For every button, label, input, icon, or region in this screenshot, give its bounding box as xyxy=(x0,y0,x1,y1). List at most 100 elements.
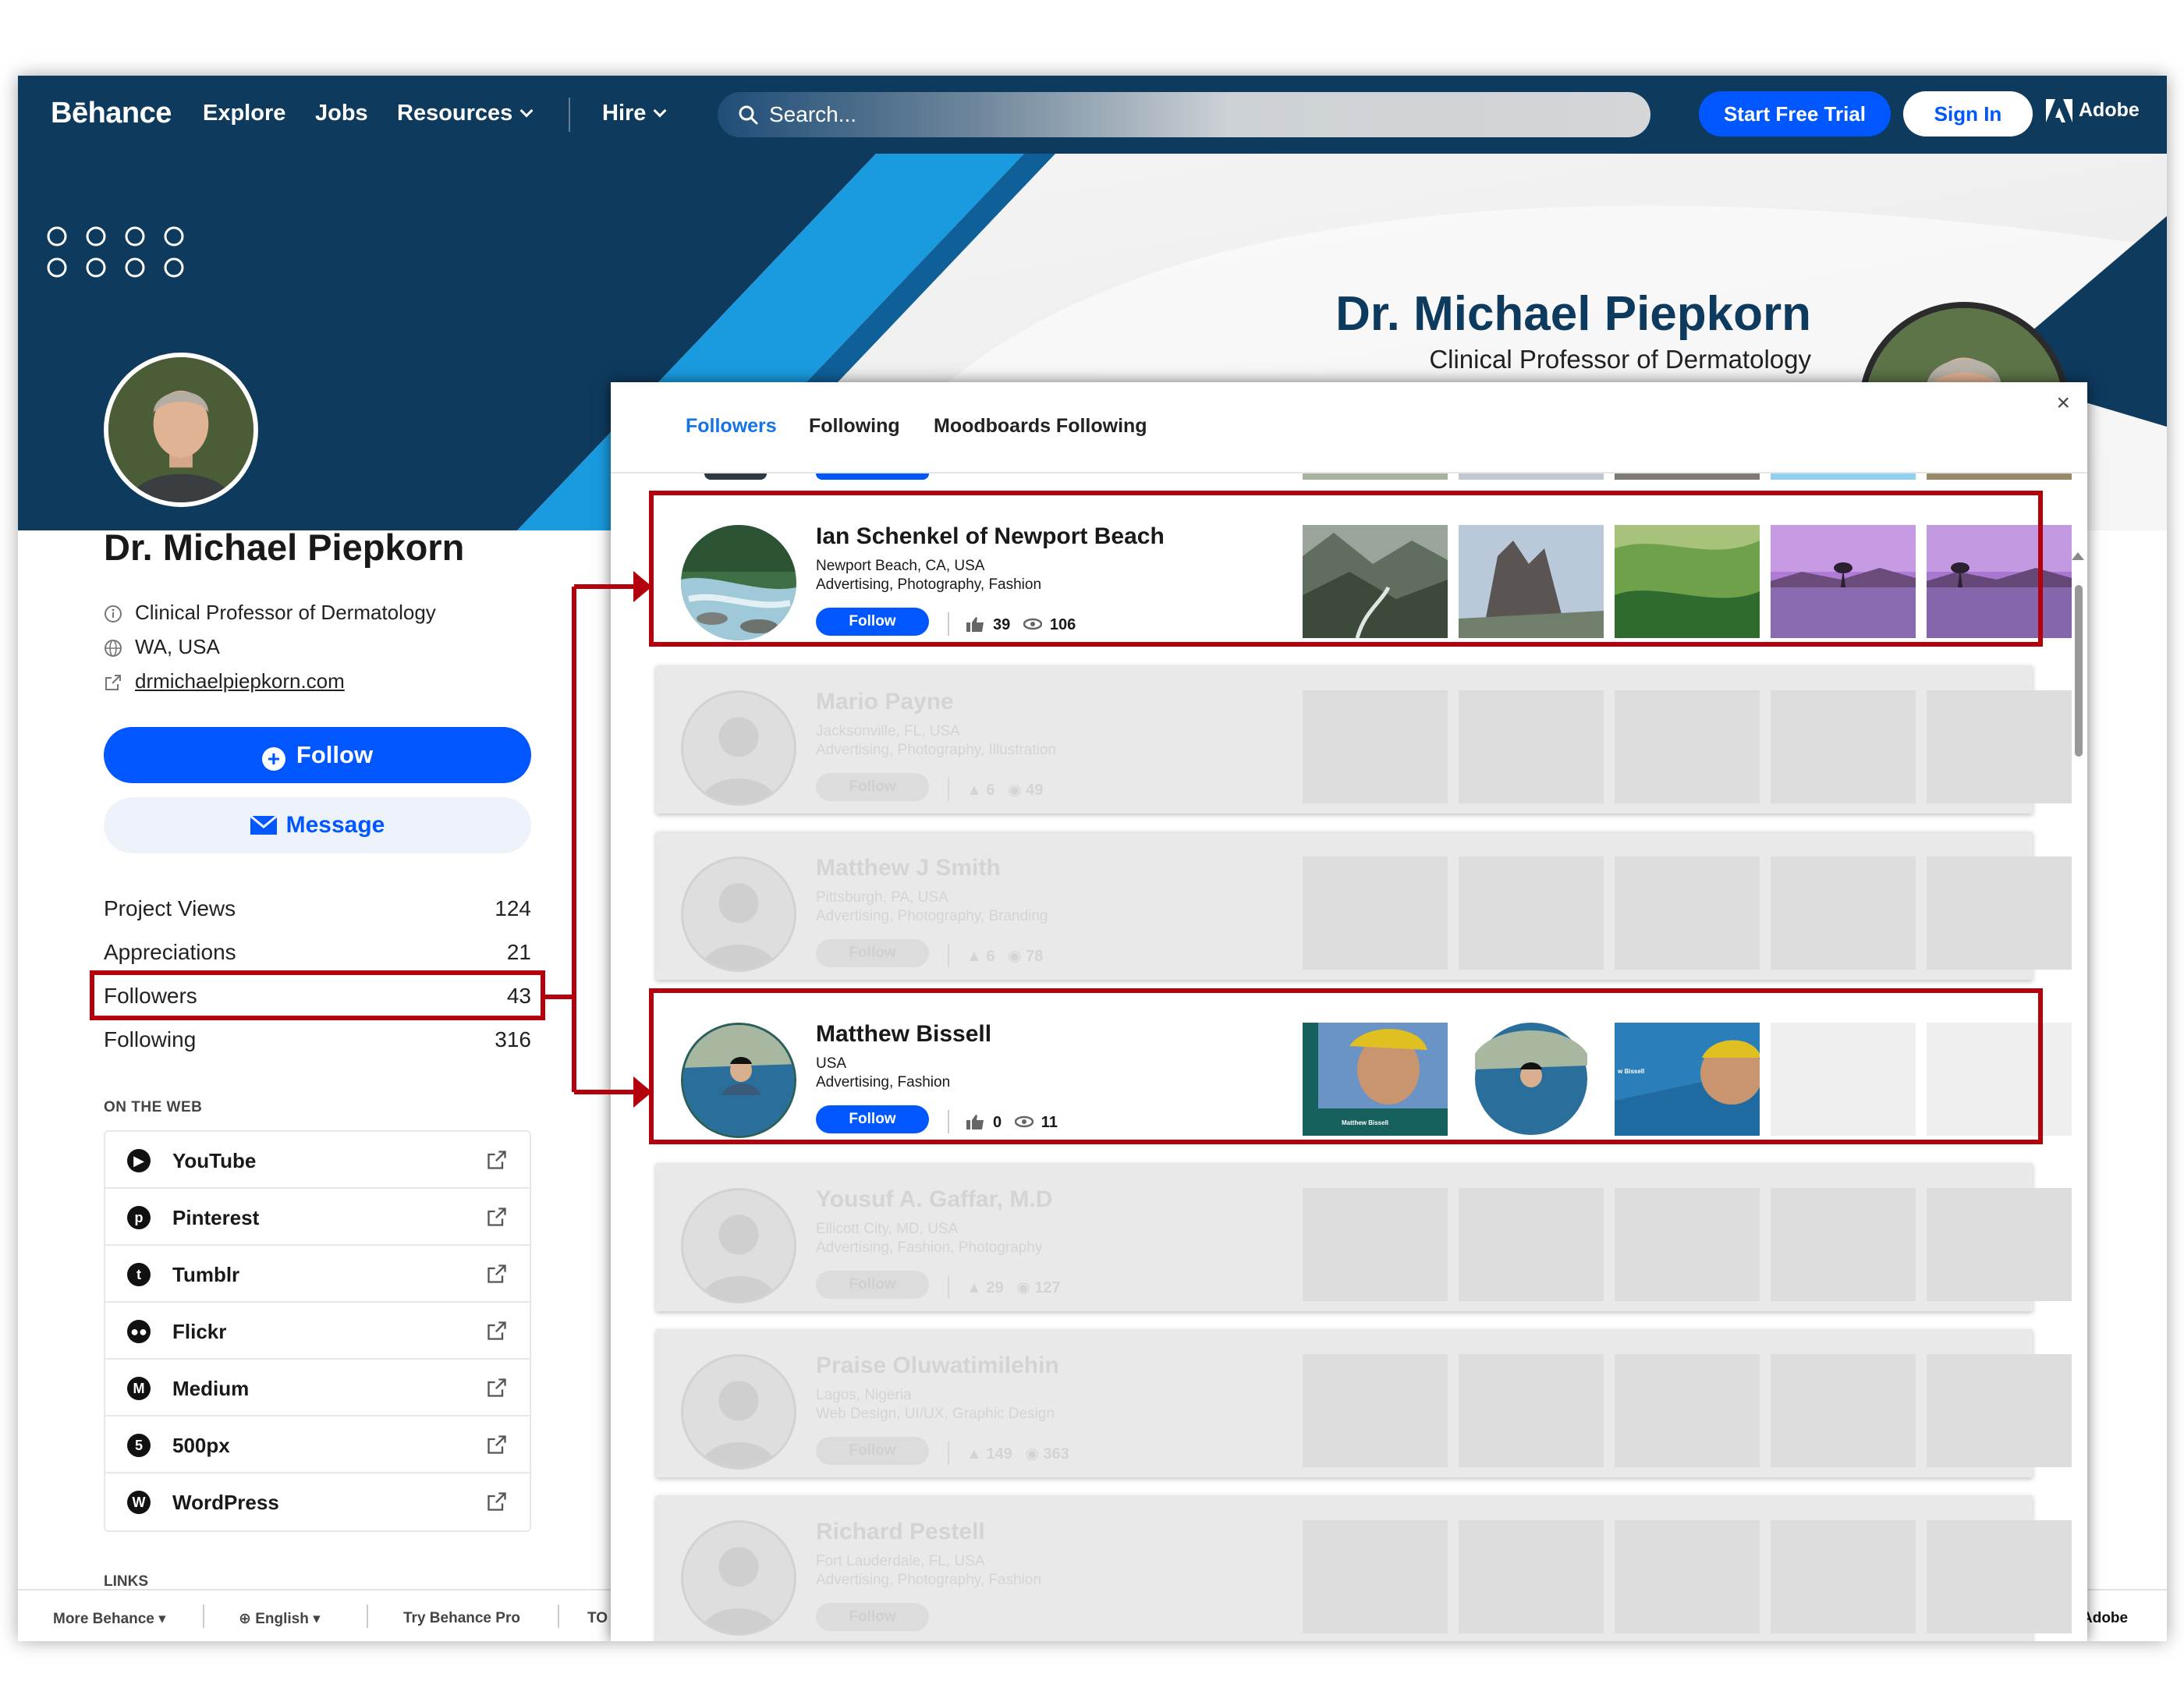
follower-name[interactable]: Richard Pestell xyxy=(816,1519,985,1545)
external-link-icon xyxy=(488,1435,506,1454)
stat-value: 316 xyxy=(495,1027,531,1051)
tab-followers[interactable]: Followers xyxy=(686,415,777,438)
nav-divider xyxy=(569,98,570,132)
terms-link[interactable]: TO xyxy=(587,1610,608,1627)
try-behance-pro-link[interactable]: Try Behance Pro xyxy=(403,1610,520,1627)
project-thumbnail[interactable] xyxy=(1927,856,2072,970)
follower-follow-button[interactable]: Follow xyxy=(816,1271,929,1299)
follower-stats: ▲ 29 ◉ 127 xyxy=(948,1275,1061,1299)
project-thumbnail[interactable] xyxy=(1459,1188,1604,1301)
project-thumbnail[interactable] xyxy=(1303,690,1448,803)
adobe-link[interactable]: Adobe xyxy=(2046,99,2140,123)
caret-down-icon: ▾ xyxy=(158,1611,166,1627)
project-thumbnail[interactable] xyxy=(1459,1520,1604,1633)
external-link-icon xyxy=(488,1492,506,1511)
follower-location: Jacksonville, FL, USA xyxy=(816,723,960,739)
language-selector[interactable]: ⊕ English ▾ xyxy=(239,1610,321,1628)
project-thumbnail[interactable] xyxy=(1771,1188,1916,1301)
project-thumbnail[interactable] xyxy=(1771,1520,1916,1633)
flickr-icon: ●● xyxy=(127,1320,151,1343)
profile-avatar[interactable] xyxy=(104,353,258,507)
footer-adobe-link[interactable]: Adobe xyxy=(2082,1610,2128,1627)
follower-follow-button[interactable]: Follow xyxy=(816,939,929,967)
follower-follow-button[interactable]: Follow xyxy=(816,1603,929,1631)
project-thumbnail[interactable] xyxy=(1303,1354,1448,1467)
project-thumbnail[interactable] xyxy=(1927,1188,2072,1301)
project-thumbnail[interactable] xyxy=(1771,1354,1916,1467)
follower-avatar[interactable] xyxy=(681,1354,796,1470)
modal-scrollbar[interactable] xyxy=(2075,585,2083,757)
web-link-youtube[interactable]: ▶ YouTube xyxy=(105,1132,530,1189)
project-thumbnail[interactable] xyxy=(1303,1188,1448,1301)
followers-modal: Followers Following Moodboards Following… xyxy=(611,382,2087,1641)
follower-avatar[interactable] xyxy=(681,690,796,806)
follower-avatar[interactable] xyxy=(681,1520,796,1636)
project-thumbnail[interactable] xyxy=(1927,1520,2072,1633)
tab-moodboards-following[interactable]: Moodboards Following xyxy=(934,415,1147,438)
follower-follow-button[interactable]: Follow xyxy=(816,773,929,801)
sign-in-button[interactable]: Sign In xyxy=(1903,91,2033,137)
more-behance-menu[interactable]: More Behance ▾ xyxy=(53,1610,166,1628)
behance-logo[interactable]: Bēhance xyxy=(51,97,172,130)
website-link[interactable]: drmichaelpiepkorn.com xyxy=(135,669,345,693)
project-thumbnail[interactable] xyxy=(1459,690,1604,803)
web-link-wordpress[interactable]: W WordPress xyxy=(105,1473,530,1530)
project-thumbnail[interactable] xyxy=(1459,1354,1604,1467)
person-silhouette-icon xyxy=(700,1547,778,1633)
chevron-down-icon xyxy=(653,104,667,118)
previous-row-thumb-edge xyxy=(1459,473,1604,480)
message-button[interactable]: Message xyxy=(104,797,531,853)
project-thumbnail[interactable] xyxy=(1615,1354,1760,1467)
follower-avatar[interactable] xyxy=(681,856,796,972)
tab-following[interactable]: Following xyxy=(809,415,900,438)
follower-name[interactable]: Matthew J Smith xyxy=(816,855,1001,881)
follower-name[interactable]: Mario Payne xyxy=(816,689,954,715)
nav-hire-menu[interactable]: Hire xyxy=(602,101,667,126)
follower-highlight-box xyxy=(649,988,2043,1144)
stat-label: Appreciations xyxy=(104,940,236,964)
previous-row-thumb-edge xyxy=(1615,473,1760,480)
follower-card[interactable]: Richard Pestell Fort Lauderdale, FL, USA… xyxy=(656,1495,2072,1641)
adobe-label: Adobe xyxy=(2079,99,2140,121)
web-link-500px[interactable]: 5 500px xyxy=(105,1417,530,1473)
project-thumbnail[interactable] xyxy=(1771,856,1916,970)
thumbs-up-icon: ▲ xyxy=(966,1445,987,1463)
followers-highlight-box xyxy=(90,970,545,1020)
web-link-tumblr[interactable]: t Tumblr xyxy=(105,1246,530,1303)
views-count: 127 xyxy=(1034,1279,1061,1296)
stats-divider xyxy=(948,1275,949,1299)
web-link-flickr[interactable]: ●● Flickr xyxy=(105,1303,530,1360)
web-link-medium[interactable]: M Medium xyxy=(105,1360,530,1417)
nav-explore-link[interactable]: Explore xyxy=(203,101,285,126)
project-thumbnail[interactable] xyxy=(1927,1354,2072,1467)
project-thumbnail[interactable] xyxy=(1771,690,1916,803)
follower-name[interactable]: Praise Oluwatimilehin xyxy=(816,1353,1059,1379)
stat-following[interactable]: Following 316 xyxy=(104,1027,531,1059)
follower-card[interactable]: Yousuf A. Gaffar, M.D Ellicott City, MD,… xyxy=(656,1163,2072,1311)
follower-name[interactable]: Yousuf A. Gaffar, M.D xyxy=(816,1186,1052,1213)
project-thumbnail[interactable] xyxy=(1459,856,1604,970)
nav-resources-menu[interactable]: Resources xyxy=(397,101,534,126)
nav-jobs-link[interactable]: Jobs xyxy=(315,101,368,126)
search-input[interactable]: Search... xyxy=(718,92,1650,137)
project-thumbnail[interactable] xyxy=(1303,856,1448,970)
project-thumbnail[interactable] xyxy=(1615,1520,1760,1633)
start-free-trial-button[interactable]: Start Free Trial xyxy=(1699,91,1891,137)
external-link-icon xyxy=(488,1321,506,1340)
web-link-pinterest[interactable]: p Pinterest xyxy=(105,1189,530,1246)
scroll-up-arrow[interactable] xyxy=(2072,552,2084,560)
follow-button[interactable]: + Follow xyxy=(104,727,531,783)
follower-card[interactable]: Praise Oluwatimilehin Lagos, Nigeria Web… xyxy=(656,1329,2072,1477)
project-thumbnail[interactable] xyxy=(1615,690,1760,803)
follower-avatar[interactable] xyxy=(681,1188,796,1303)
follower-follow-button[interactable]: Follow xyxy=(816,1437,929,1465)
close-icon[interactable]: × xyxy=(2056,390,2070,417)
project-thumbnail[interactable] xyxy=(1927,690,2072,803)
follower-card[interactable]: Matthew J Smith Pittsburgh, PA, USA Adve… xyxy=(656,832,2072,980)
project-thumbnail[interactable] xyxy=(1615,856,1760,970)
adobe-logo-icon xyxy=(2046,99,2072,123)
follower-card[interactable]: Mario Payne Jacksonville, FL, USA Advert… xyxy=(656,665,2072,814)
project-thumbnail[interactable] xyxy=(1615,1188,1760,1301)
appreciations-count: 149 xyxy=(986,1445,1012,1463)
project-thumbnail[interactable] xyxy=(1303,1520,1448,1633)
